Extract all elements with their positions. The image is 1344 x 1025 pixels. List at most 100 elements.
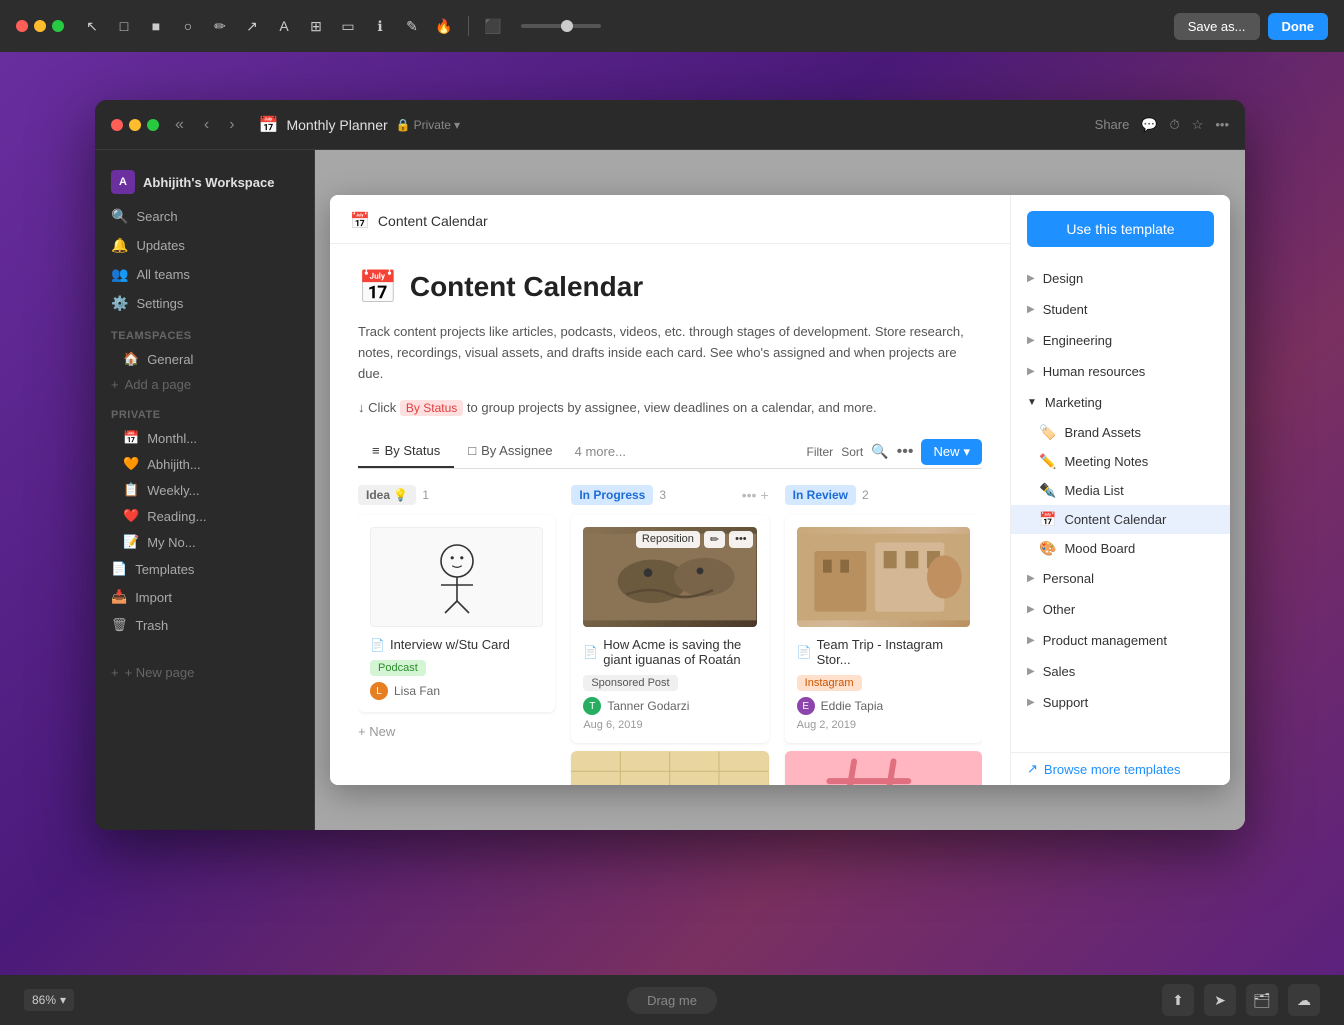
- cat-product-management[interactable]: ▶ Product management: [1011, 625, 1230, 656]
- sort-btn[interactable]: Sort: [841, 445, 863, 459]
- mynotes-icon: 📝: [123, 534, 139, 550]
- new-item-button[interactable]: New ▾: [921, 439, 982, 465]
- toolbar-icon-text[interactable]: A: [272, 14, 296, 38]
- sidebar-item-settings[interactable]: ⚙️ Settings: [95, 289, 314, 318]
- toolbar-icon-embed[interactable]: ⊞: [304, 14, 328, 38]
- done-button[interactable]: Done: [1268, 13, 1329, 40]
- window-content: A Abhijith's Workspace 🔍 Search 🔔 Update…: [95, 150, 1245, 830]
- toolbar-icon-rect-outline[interactable]: □: [112, 14, 136, 38]
- add-new-idea[interactable]: + New: [358, 720, 555, 743]
- history-icon[interactable]: ⏱: [1170, 117, 1180, 133]
- cat-sub-brand-assets[interactable]: 🏷️ Brand Assets: [1011, 418, 1230, 447]
- sidebar-item-abhijith[interactable]: 🧡 Abhijith...: [95, 451, 314, 477]
- cat-marketing[interactable]: ▼ Marketing: [1011, 387, 1230, 418]
- more-options-icon[interactable]: •••: [1215, 117, 1229, 132]
- more-actions-btn[interactable]: •••: [897, 443, 914, 461]
- new-page-button[interactable]: + + New page: [95, 659, 314, 686]
- fullscreen-dot[interactable]: [52, 20, 64, 32]
- sidebar-item-updates[interactable]: 🔔 Updates: [95, 231, 314, 260]
- card-building[interactable]: 📄 Team Trip - Instagram Stor... Instagra…: [785, 515, 982, 743]
- cat-design[interactable]: ▶ Design: [1011, 263, 1230, 294]
- cloud-upload-icon[interactable]: ☁: [1288, 984, 1320, 1016]
- more-views[interactable]: 4 more...: [567, 436, 634, 467]
- toolbar-icon-pencil2[interactable]: ✎: [400, 14, 424, 38]
- sidebar-item-all-teams[interactable]: 👥 All teams: [95, 260, 314, 289]
- col-add-icon[interactable]: +: [760, 487, 768, 503]
- window-close[interactable]: [111, 119, 123, 131]
- save-as-button[interactable]: Save as...: [1174, 13, 1260, 40]
- toolbar-icon-pen[interactable]: ✏: [208, 14, 232, 38]
- sidebar-collapse-btn[interactable]: «: [171, 114, 188, 136]
- abhijith-icon: 🧡: [123, 456, 139, 472]
- toolbar-right: Save as... Done: [1174, 13, 1328, 40]
- drag-handle[interactable]: Drag me: [627, 987, 717, 1014]
- window-fullscreen[interactable]: [147, 119, 159, 131]
- edit-badge[interactable]: ✏: [704, 531, 725, 548]
- card-hashtag[interactable]: [785, 751, 982, 785]
- tab-by-status[interactable]: ≡ By Status: [358, 435, 454, 468]
- privacy-badge[interactable]: 🔒 Private ▾: [396, 118, 460, 132]
- zoom-badge[interactable]: 86% ▾: [24, 989, 74, 1011]
- card-iguanas[interactable]: Reposition ✏ ••• 📄 How Acme is saving th…: [571, 515, 768, 743]
- cat-support[interactable]: ▶ Support: [1011, 687, 1230, 718]
- cat-hr[interactable]: ▶ Human resources: [1011, 356, 1230, 387]
- sidebar-item-weekly[interactable]: 📋 Weekly...: [95, 477, 314, 503]
- browse-more-btn[interactable]: ↗ Browse more templates: [1011, 752, 1230, 785]
- sidebar-item-general[interactable]: 🏠 General: [95, 346, 314, 372]
- share-action-icon[interactable]: ⬆: [1162, 984, 1194, 1016]
- more-badge[interactable]: •••: [729, 531, 753, 548]
- sidebar-item-mynotes[interactable]: 📝 My No...: [95, 529, 314, 555]
- card-title-iguanas: How Acme is saving the giant iguanas of …: [603, 637, 756, 667]
- cat-sub-meeting-notes[interactable]: ✏️ Meeting Notes: [1011, 447, 1230, 476]
- toolbar-icon-info[interactable]: ℹ: [368, 14, 392, 38]
- reposition-badge[interactable]: Reposition: [636, 531, 700, 548]
- slider-thumb[interactable]: [561, 20, 573, 32]
- slider-track[interactable]: [521, 24, 601, 28]
- toolbar-icon-flame[interactable]: 🔥: [432, 14, 456, 38]
- minimize-dot[interactable]: [34, 20, 46, 32]
- share-btn[interactable]: Share: [1095, 117, 1130, 132]
- toolbar-icon-select[interactable]: ↖: [80, 14, 104, 38]
- favorite-icon[interactable]: ☆: [1192, 117, 1204, 133]
- toolbar-icon-rect-fill[interactable]: ■: [144, 14, 168, 38]
- cat-student[interactable]: ▶ Student: [1011, 294, 1230, 325]
- sidebar-item-import[interactable]: 📥 Import: [95, 583, 314, 611]
- window-minimize[interactable]: [129, 119, 141, 131]
- filter-btn[interactable]: Filter: [807, 445, 834, 459]
- col-more-icon[interactable]: •••: [742, 487, 757, 503]
- cat-sub-media-list[interactable]: ✒️ Media List: [1011, 476, 1230, 505]
- card-footer: L Lisa Fan: [370, 682, 543, 700]
- toolbar-icon-arrow[interactable]: ↗: [240, 14, 264, 38]
- sidebar-item-search[interactable]: 🔍 Search: [95, 202, 314, 231]
- card-map[interactable]: [571, 751, 768, 785]
- cat-sub-mood-board[interactable]: 🎨 Mood Board: [1011, 534, 1230, 563]
- use-template-button[interactable]: Use this template: [1027, 211, 1214, 247]
- forward-btn[interactable]: ›: [225, 114, 238, 136]
- cat-personal[interactable]: ▶ Personal: [1011, 563, 1230, 594]
- add-page-btn[interactable]: + Add a page: [95, 372, 314, 397]
- template-main-title: Content Calendar: [410, 271, 643, 303]
- workspace-header[interactable]: A Abhijith's Workspace: [95, 162, 314, 202]
- search-icon-btn[interactable]: 🔍: [871, 443, 888, 460]
- toolbar-icon-circle[interactable]: ○: [176, 14, 200, 38]
- titlebar-right: Share 💬 ⏱ ☆ •••: [1095, 117, 1229, 133]
- tab-by-assignee[interactable]: □ By Assignee: [454, 435, 566, 468]
- card-interview[interactable]: 📄 Interview w/Stu Card Podcast L Lisa Fa…: [358, 515, 555, 712]
- navigate-icon[interactable]: ➤: [1204, 984, 1236, 1016]
- sidebar-item-monthly[interactable]: 📅 Monthl...: [95, 425, 314, 451]
- sidebar-item-templates[interactable]: 📄 Templates: [95, 555, 314, 583]
- toolbar-icon-screen[interactable]: ⬛: [481, 14, 505, 38]
- toolbar-icon-media[interactable]: ▭: [336, 14, 360, 38]
- sidebar-item-reading[interactable]: ❤️ Reading...: [95, 503, 314, 529]
- back-btn[interactable]: ‹: [200, 114, 213, 136]
- cat-other[interactable]: ▶ Other: [1011, 594, 1230, 625]
- close-dot[interactable]: [16, 20, 28, 32]
- teams-icon: 👥: [111, 266, 128, 283]
- sidebar-item-trash[interactable]: 🗑 Trash: [95, 611, 314, 639]
- kanban-col-in-progress: In Progress 3 ••• +: [571, 485, 768, 785]
- folder-icon[interactable]: 🗂: [1246, 984, 1278, 1016]
- cat-engineering[interactable]: ▶ Engineering: [1011, 325, 1230, 356]
- cat-sub-content-calendar[interactable]: 📅 Content Calendar: [1011, 505, 1230, 534]
- comment-icon[interactable]: 💬: [1141, 117, 1157, 133]
- cat-sales[interactable]: ▶ Sales: [1011, 656, 1230, 687]
